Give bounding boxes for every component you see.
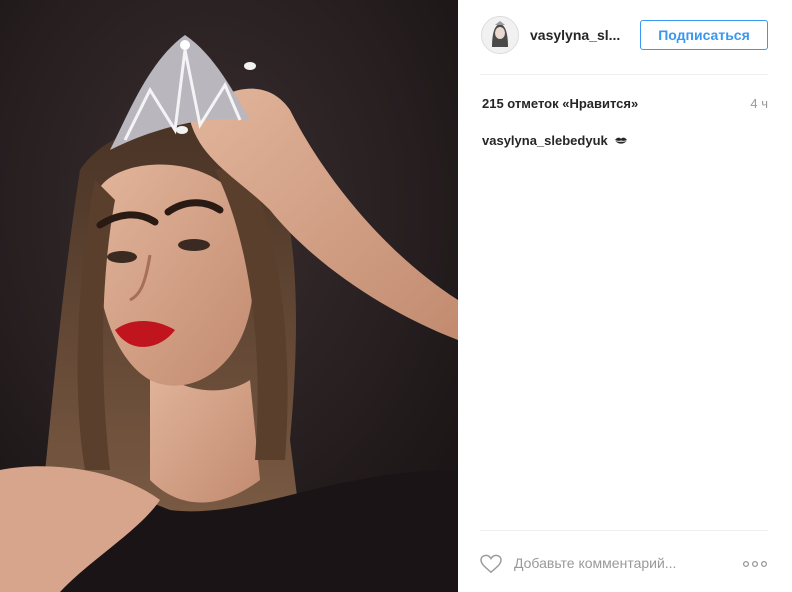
post-sidebar: vasylyna_sl... Подписаться 215 отметок «… bbox=[458, 0, 792, 592]
follow-button[interactable]: Подписаться bbox=[640, 20, 768, 50]
comment-input[interactable] bbox=[514, 552, 694, 574]
heart-icon[interactable] bbox=[480, 554, 502, 574]
header-username[interactable]: vasylyna_sl... bbox=[530, 27, 620, 43]
post-photo[interactable] bbox=[0, 0, 458, 592]
post-timestamp[interactable]: 4 ч bbox=[750, 96, 768, 111]
more-options-icon[interactable] bbox=[742, 556, 768, 572]
likes-count[interactable]: 215 отметок «Нравится» bbox=[482, 96, 638, 111]
kiss-mark-icon bbox=[614, 137, 627, 144]
post-card: vasylyna_sl... Подписаться 215 отметок «… bbox=[0, 0, 792, 592]
post-header: vasylyna_sl... Подписаться bbox=[480, 0, 768, 75]
avatar[interactable] bbox=[481, 16, 519, 54]
post-photo-image bbox=[0, 0, 458, 592]
avatar-image bbox=[482, 17, 518, 53]
caption-username[interactable]: vasylyna_slebedyuk bbox=[482, 133, 608, 148]
comment-divider bbox=[480, 530, 768, 531]
comment-bar bbox=[480, 546, 768, 582]
post-caption: vasylyna_slebedyuk bbox=[482, 133, 628, 148]
likes-row: 215 отметок «Нравится» 4 ч bbox=[480, 96, 768, 114]
